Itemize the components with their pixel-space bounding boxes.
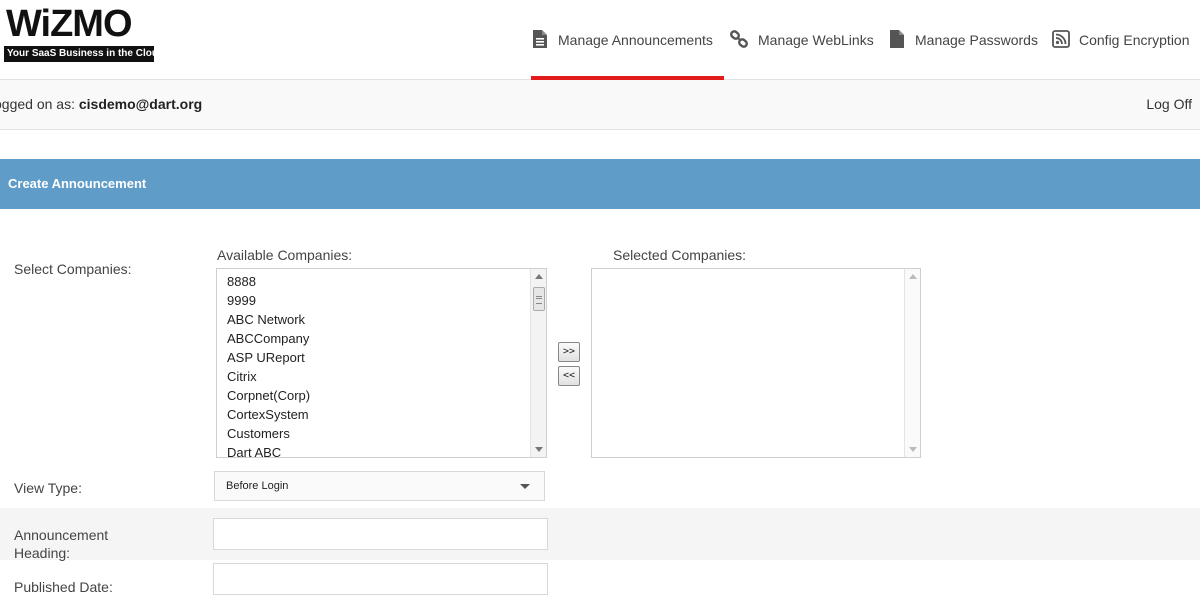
header: WiZMO Your SaaS Business in the Cloud Ma… (0, 0, 1200, 80)
remove-company-button[interactable]: << (558, 366, 580, 386)
list-item[interactable]: ASP UReport (217, 348, 546, 367)
announcement-heading-label: Announcement Heading: (14, 527, 109, 561)
view-type-label: View Type: (14, 480, 82, 496)
rss-icon (1052, 29, 1079, 51)
list-item[interactable]: Corpnet(Corp) (217, 386, 546, 405)
document-icon (888, 29, 915, 52)
scrollbar[interactable] (904, 269, 920, 457)
selected-companies-label: Selected Companies: (613, 247, 747, 263)
announcement-heading-input[interactable] (213, 518, 548, 550)
available-companies-label: Available Companies: (217, 247, 353, 263)
selected-companies-list[interactable] (591, 268, 921, 458)
list-item[interactable]: 8888 (217, 272, 546, 291)
logged-on-prefix: ogged on as: (0, 96, 79, 112)
link-icon (729, 29, 758, 52)
list-item[interactable]: 9999 (217, 291, 546, 310)
scroll-down-icon[interactable] (909, 447, 917, 452)
nav-manage-weblinks[interactable]: Manage WebLinks (729, 0, 874, 80)
user-bar: ogged on as: cisdemo@dart.org Log Off (0, 80, 1200, 130)
nav-config-encryption[interactable]: Config Encryption (1052, 0, 1190, 80)
logged-on-text: ogged on as: cisdemo@dart.org (0, 96, 202, 112)
document-icon (531, 29, 558, 52)
nav-manage-passwords[interactable]: Manage Passwords (888, 0, 1038, 80)
section-title: Create Announcement (0, 159, 1200, 209)
add-company-button[interactable]: >> (558, 342, 580, 362)
view-type-select[interactable]: Before Login (214, 471, 545, 501)
scroll-up-icon[interactable] (535, 274, 543, 279)
list-item[interactable]: Citrix (217, 367, 546, 386)
scroll-up-icon[interactable] (909, 274, 917, 279)
list-item[interactable]: CortexSystem (217, 405, 546, 424)
nav-label: Manage Announcements (558, 32, 713, 48)
nav-label: Config Encryption (1079, 32, 1190, 48)
nav-label: Manage WebLinks (758, 32, 874, 48)
list-item[interactable]: Dart ABC (217, 443, 546, 457)
scroll-thumb[interactable] (533, 287, 545, 311)
logo[interactable]: WiZMO Your SaaS Business in the Cloud (4, 3, 164, 62)
logged-on-user: cisdemo@dart.org (78, 96, 203, 112)
available-companies-list[interactable]: 8888 9999 ABC Network ABCCompany ASP URe… (216, 268, 547, 458)
view-type-value: Before Login (226, 480, 289, 492)
log-off-link[interactable]: Log Off (1146, 96, 1192, 112)
list-item[interactable]: ABC Network (217, 310, 546, 329)
heading-row (0, 508, 1200, 560)
nav-label: Manage Passwords (915, 32, 1038, 48)
logo-text: WiZMO (6, 3, 133, 45)
list-item[interactable]: ABCCompany (217, 329, 546, 348)
logo-tagline: Your SaaS Business in the Cloud (4, 46, 164, 62)
chevron-down-icon (520, 484, 530, 489)
published-date-label: Published Date: (14, 579, 113, 595)
scrollbar[interactable] (530, 269, 546, 457)
nav-manage-announcements[interactable]: Manage Announcements (531, 0, 724, 80)
scroll-down-icon[interactable] (535, 447, 543, 452)
published-date-input[interactable] (213, 563, 548, 595)
select-companies-label: Select Companies: (14, 261, 132, 277)
list-item[interactable]: Customers (217, 424, 546, 443)
